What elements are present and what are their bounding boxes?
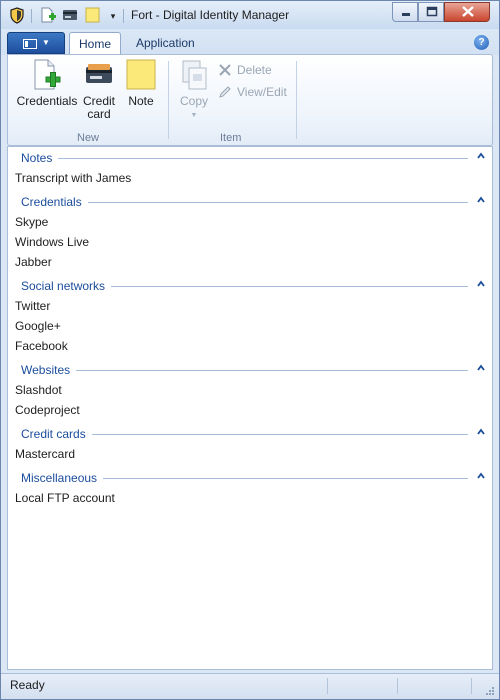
note-icon <box>126 59 156 90</box>
chevron-down-icon: ▼ <box>190 112 198 119</box>
list-item[interactable]: Slashdot <box>15 383 62 397</box>
list-item[interactable]: Jabber <box>15 255 52 269</box>
collapse-icon[interactable] <box>477 280 485 288</box>
status-separator <box>471 678 472 694</box>
group-header-credentials[interactable]: Credentials <box>8 192 492 212</box>
new-credit-card-button[interactable]: Credit card <box>80 59 118 121</box>
maximize-button[interactable] <box>418 2 444 22</box>
view-edit-icon <box>219 86 231 98</box>
minimize-icon <box>402 13 410 16</box>
collapse-icon[interactable] <box>477 428 485 436</box>
shield-icon[interactable] <box>9 7 25 24</box>
list-item[interactable]: Local FTP account <box>15 491 115 505</box>
collapse-icon[interactable] <box>477 152 485 160</box>
credit-card-icon <box>86 64 112 83</box>
credentials-label: Credentials <box>16 94 78 108</box>
status-separator <box>327 678 328 694</box>
status-separator <box>397 678 398 694</box>
qat-separator <box>31 9 32 23</box>
application-menu-button[interactable]: ▼ <box>7 32 65 54</box>
copy-label: Copy <box>179 94 208 108</box>
delete-icon <box>219 64 231 76</box>
tab-application[interactable]: Application <box>126 32 205 55</box>
delete-button: Delete <box>218 61 272 79</box>
status-text: Ready <box>10 678 45 692</box>
view-edit-button: View/Edit <box>218 83 287 101</box>
ribbon-tab-row: ▼ Home Application ? <box>1 29 499 55</box>
help-icon[interactable]: ? <box>474 35 489 50</box>
collapse-icon[interactable] <box>477 196 485 204</box>
new-credit-card-icon[interactable] <box>61 7 79 23</box>
tab-home[interactable]: Home <box>69 32 121 55</box>
status-bar: Ready <box>1 673 499 699</box>
view-edit-label: View/Edit <box>237 85 287 99</box>
group-divider <box>22 370 468 371</box>
window-title: Fort - Digital Identity Manager <box>131 8 290 22</box>
collapse-icon[interactable] <box>477 472 485 480</box>
delete-label: Delete <box>237 63 272 77</box>
list-item[interactable]: Twitter <box>15 299 50 313</box>
list-item[interactable]: Windows Live <box>15 235 89 249</box>
new-credentials-button[interactable]: Credentials <box>16 59 78 108</box>
list-item[interactable]: Mastercard <box>15 447 75 461</box>
group-title: Notes <box>21 151 59 165</box>
ribbon-panel: Credentials Credit card Note New Copy ▼ … <box>7 54 493 146</box>
list-item[interactable]: Codeproject <box>15 403 80 417</box>
item-list: Notes Transcript with James Credentials … <box>7 146 493 670</box>
maximize-icon <box>426 6 438 17</box>
group-title: Websites <box>21 363 77 377</box>
new-note-button[interactable]: Note <box>122 59 160 108</box>
group-divider <box>22 202 468 203</box>
group-divider <box>22 158 468 159</box>
group-title: Credit cards <box>21 427 92 441</box>
credentials-icon <box>34 59 61 90</box>
qat-customize-icon[interactable]: ▾ <box>107 10 119 22</box>
resize-grip-icon[interactable] <box>485 686 495 696</box>
list-item[interactable]: Facebook <box>15 339 68 353</box>
title-bar: ▾ Fort - Digital Identity Manager <box>1 1 499 29</box>
group-title: Miscellaneous <box>21 471 104 485</box>
group-header-credit-cards[interactable]: Credit cards <box>8 424 492 444</box>
collapse-icon[interactable] <box>477 364 485 372</box>
main-window: ▾ Fort - Digital Identity Manager ▼ Home… <box>0 0 500 700</box>
list-item[interactable]: Transcript with James <box>15 171 131 185</box>
group-title: Social networks <box>21 279 112 293</box>
chevron-down-icon: ▼ <box>42 38 50 47</box>
credit-card-label-line2: card <box>87 107 111 121</box>
close-button[interactable] <box>444 2 490 22</box>
close-icon <box>462 6 474 17</box>
group-label-item: Item <box>220 132 242 144</box>
list-item[interactable]: Google+ <box>15 319 61 333</box>
list-item[interactable]: Skype <box>15 215 48 229</box>
qat-separator <box>123 9 124 23</box>
group-label-new: New <box>77 132 100 144</box>
app-menu-icon <box>23 39 37 49</box>
minimize-button[interactable] <box>392 2 418 22</box>
group-header-notes[interactable]: Notes <box>8 148 492 168</box>
new-credentials-icon[interactable] <box>39 7 57 23</box>
note-label: Note <box>128 94 154 108</box>
copy-button: Copy ▼ <box>176 59 212 122</box>
group-separator <box>168 61 169 139</box>
group-header-websites[interactable]: Websites <box>8 360 492 380</box>
group-header-miscellaneous[interactable]: Miscellaneous <box>8 468 492 488</box>
group-separator <box>296 61 297 139</box>
new-note-icon[interactable] <box>83 7 101 23</box>
group-header-social-networks[interactable]: Social networks <box>8 276 492 296</box>
copy-icon <box>182 60 207 90</box>
group-title: Credentials <box>21 195 88 209</box>
